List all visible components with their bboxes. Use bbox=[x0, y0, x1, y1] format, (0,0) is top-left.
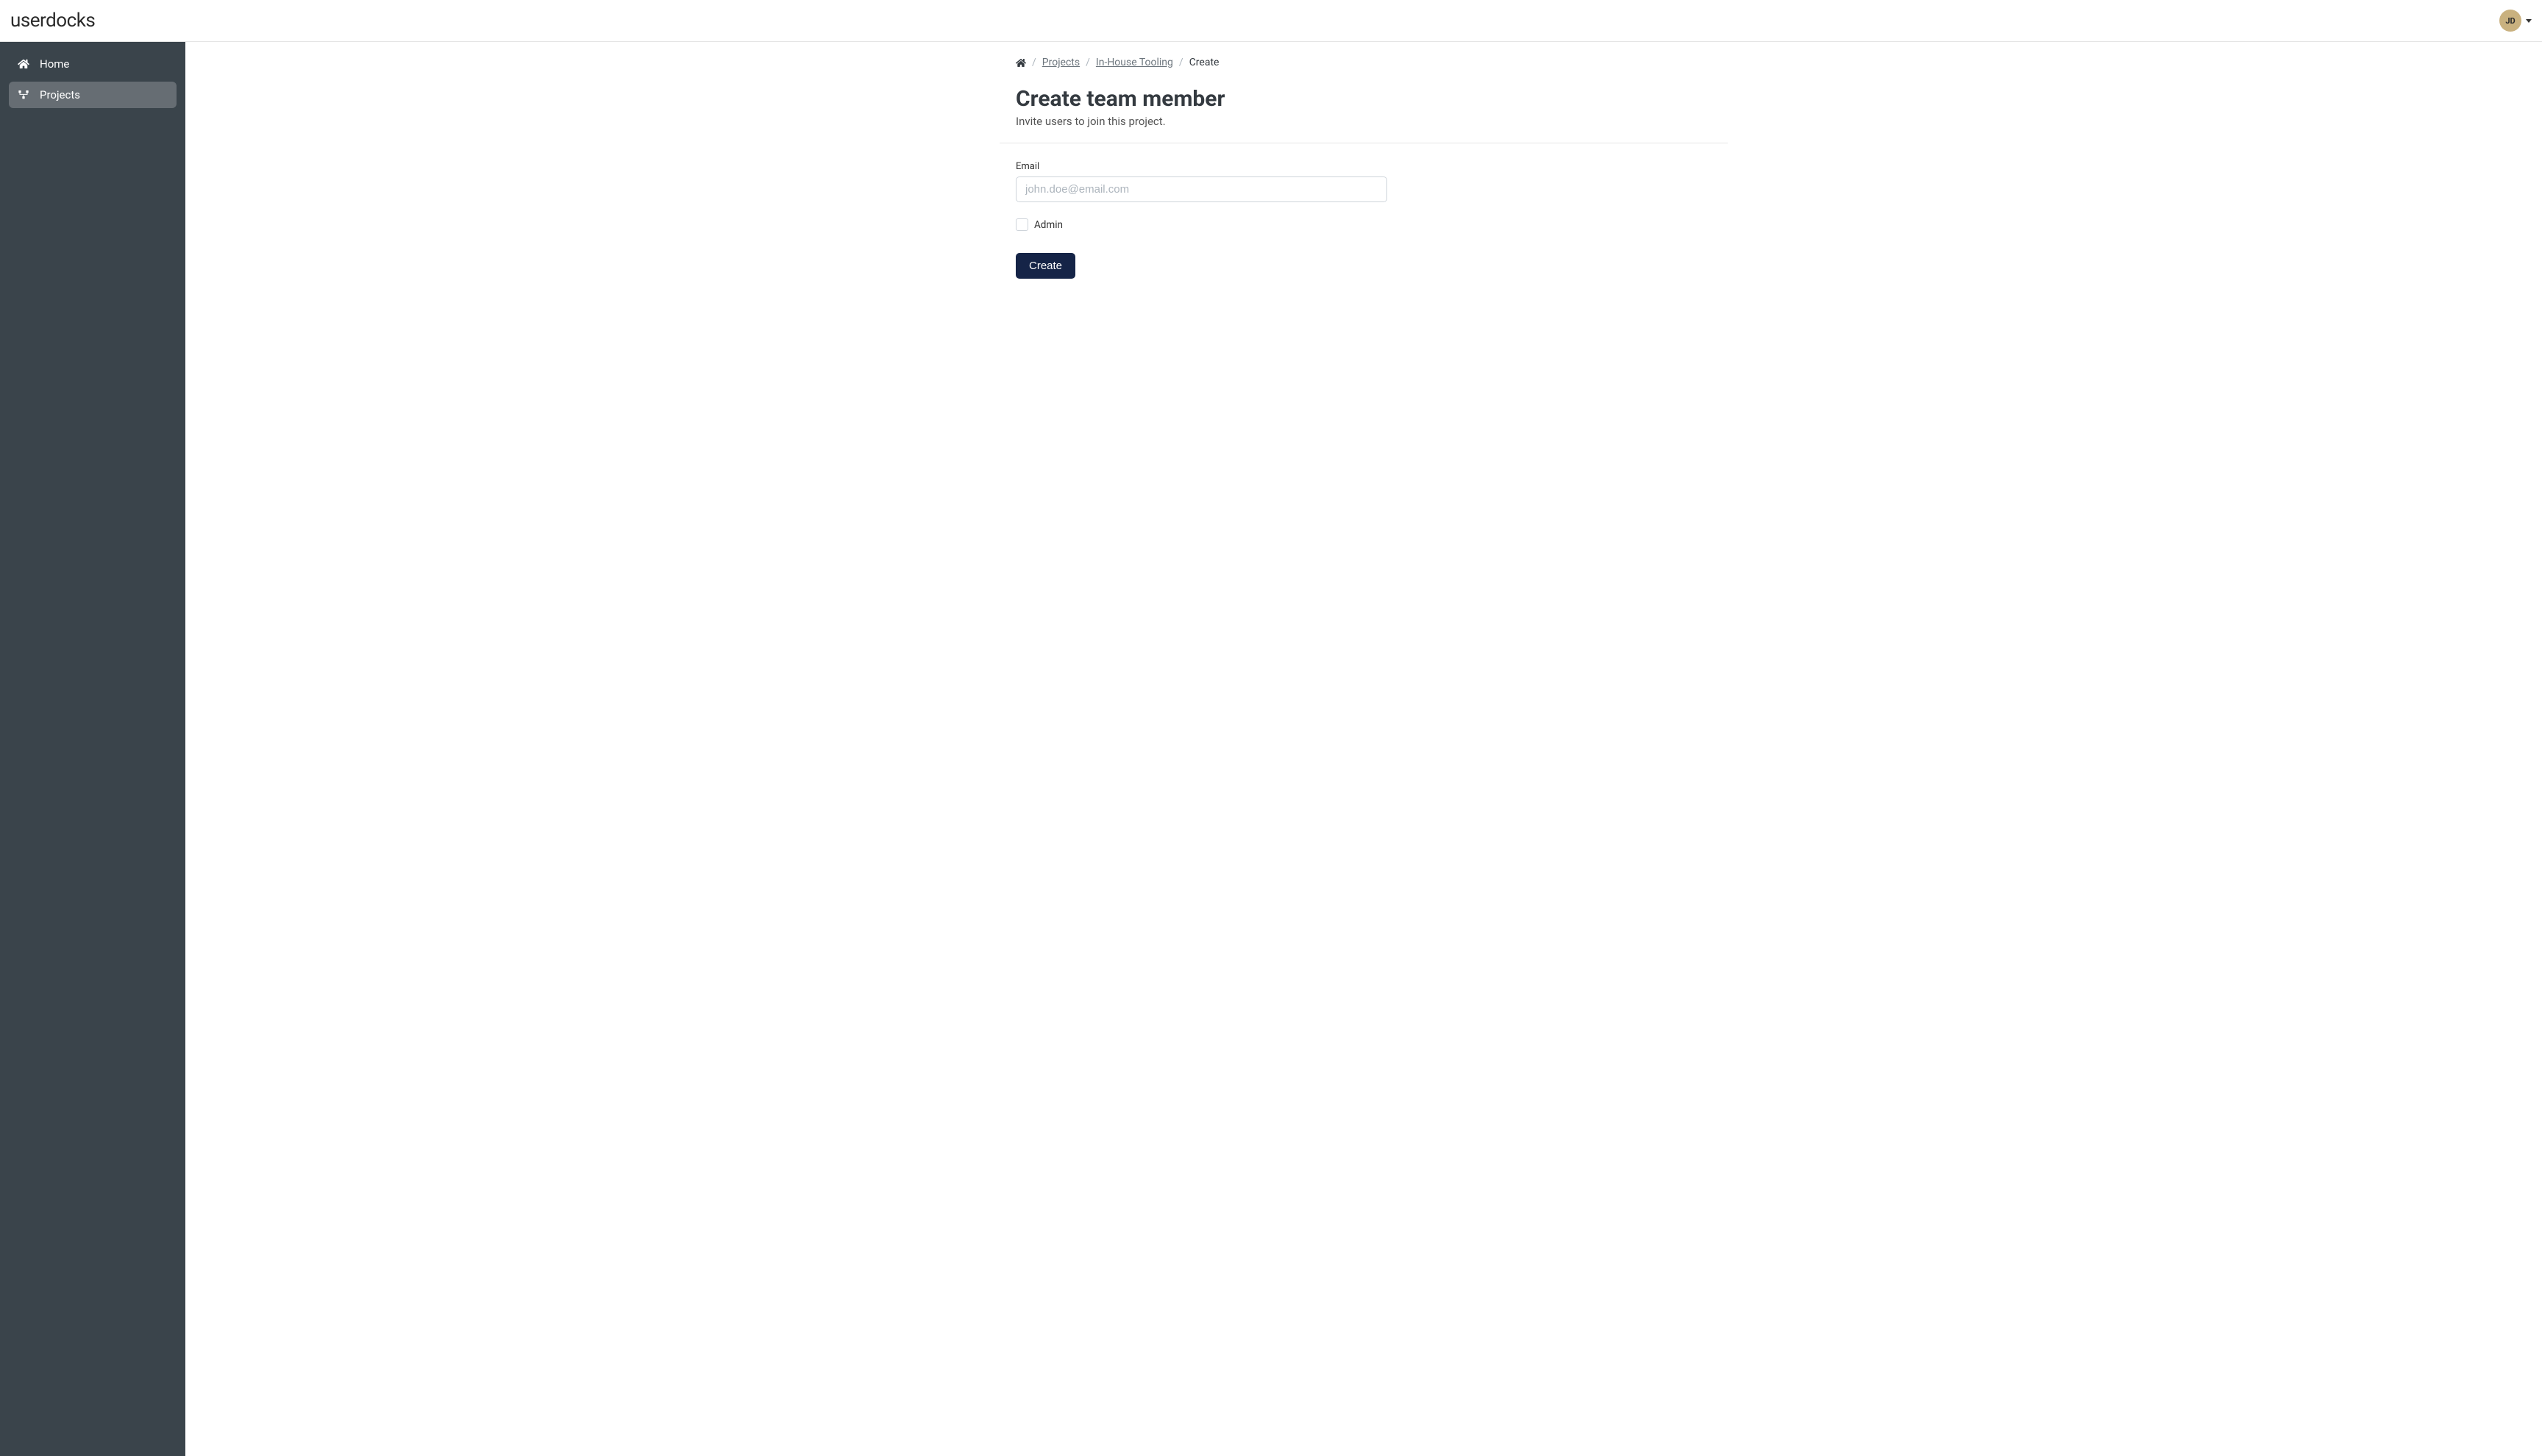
breadcrumb-separator: / bbox=[1179, 57, 1183, 68]
home-icon bbox=[18, 58, 29, 70]
breadcrumb-link-projects[interactable]: Projects bbox=[1042, 57, 1080, 68]
brand-logo[interactable]: userdocks bbox=[10, 10, 95, 32]
sidebar-item-label: Projects bbox=[40, 88, 80, 101]
sidebar-item-home[interactable]: Home bbox=[9, 51, 177, 77]
email-label: Email bbox=[1016, 161, 1712, 172]
breadcrumb-link-project-name[interactable]: In-House Tooling bbox=[1096, 57, 1173, 68]
page-title: Create team member bbox=[1016, 86, 1712, 112]
email-input[interactable] bbox=[1016, 176, 1387, 202]
sidebar-item-projects[interactable]: Projects bbox=[9, 82, 177, 108]
projects-icon bbox=[18, 89, 29, 101]
breadcrumb-separator: / bbox=[1032, 57, 1036, 68]
page-subtitle: Invite users to join this project. bbox=[1016, 115, 1712, 128]
breadcrumb: / Projects / In-House Tooling / Create bbox=[1016, 57, 1712, 68]
breadcrumb-current: Create bbox=[1189, 57, 1220, 68]
breadcrumb-home-icon[interactable] bbox=[1016, 58, 1026, 68]
main-content: / Projects / In-House Tooling / Create C… bbox=[185, 42, 2542, 1456]
sidebar-item-label: Home bbox=[40, 57, 69, 71]
create-button[interactable]: Create bbox=[1016, 253, 1075, 279]
avatar: JD bbox=[2499, 10, 2521, 32]
sidebar: Home Projects bbox=[0, 42, 185, 1456]
topbar: userdocks JD bbox=[0, 0, 2542, 42]
admin-checkbox-label[interactable]: Admin bbox=[1034, 219, 1063, 231]
caret-down-icon bbox=[2526, 19, 2532, 23]
admin-checkbox[interactable] bbox=[1016, 218, 1028, 231]
breadcrumb-separator: / bbox=[1086, 57, 1090, 68]
user-menu[interactable]: JD bbox=[2499, 10, 2532, 32]
